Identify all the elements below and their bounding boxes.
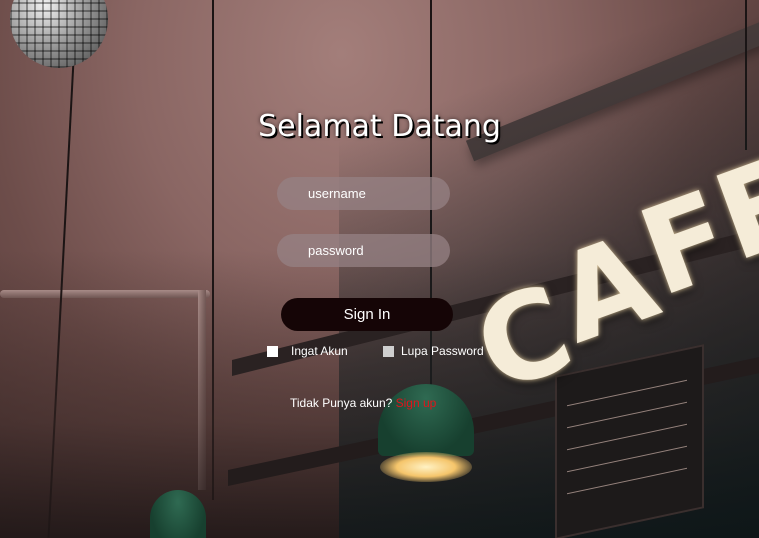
username-input[interactable] (277, 177, 450, 210)
cafe-neon-sign: C A F E (459, 130, 759, 420)
menu-line (567, 401, 687, 429)
checkbox-box[interactable] (383, 345, 394, 357)
signup-prompt: Tidak Punya akun? Sign up (290, 396, 436, 410)
checkbox-box[interactable] (267, 345, 278, 357)
menu-line (567, 423, 687, 451)
no-account-text: Tidak Punya akun? (290, 396, 393, 410)
background-cafe-photo: C A F E (0, 0, 759, 538)
password-input[interactable] (277, 234, 450, 267)
menu-line (567, 445, 687, 473)
forgot-password-label: Lupa Password (401, 344, 484, 358)
page-title: Selamat Datang (258, 109, 501, 144)
forgot-password-checkbox[interactable]: Lupa Password (383, 343, 484, 359)
lamp-glow (380, 452, 472, 482)
remember-me-checkbox[interactable]: Ingat Akun (267, 343, 348, 359)
sign-in-button[interactable]: Sign In (281, 298, 453, 331)
sign-up-link[interactable]: Sign up (396, 396, 437, 410)
menu-line (567, 467, 687, 495)
remember-me-label: Ingat Akun (291, 344, 348, 358)
pendant-lamp (150, 490, 206, 538)
